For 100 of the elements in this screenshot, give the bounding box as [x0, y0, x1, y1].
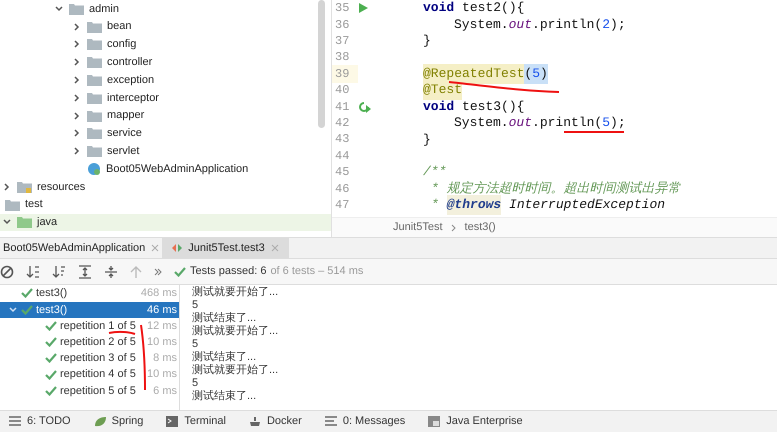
- pen-mark: [140, 324, 146, 390]
- tool-window-button[interactable]: Spring: [92, 413, 144, 430]
- status-detail: of 6 tests – 514 ms: [270, 264, 364, 280]
- line-number: 35: [334, 0, 350, 18]
- line-number: 39: [332, 64, 358, 83]
- test-diamond-icon: [172, 243, 182, 253]
- line-number: 36: [334, 16, 350, 34]
- console-line: 测试就要开始了...: [192, 325, 278, 338]
- console-line: 测试就要开始了...: [192, 286, 278, 299]
- test-row[interactable]: repetition 4 of 5 10 ms: [0, 366, 179, 383]
- tree-item-label[interactable]: bean: [107, 18, 132, 35]
- sort-alpha-icon[interactable]: [26, 264, 40, 278]
- more-icon[interactable]: [154, 268, 162, 276]
- pen-mark: [108, 330, 136, 335]
- chevron-down-icon[interactable]: [8, 304, 18, 315]
- rerun-icon[interactable]: [358, 100, 371, 113]
- tree-item-label[interactable]: test: [25, 196, 43, 213]
- chevron-right-icon[interactable]: [72, 57, 82, 68]
- tree-item-label[interactable]: config: [107, 36, 136, 53]
- chevron-right-icon[interactable]: [72, 146, 82, 156]
- status-text: Tests passed: 6: [190, 264, 266, 280]
- test-duration: 10 ms: [147, 367, 177, 382]
- line-number: 37: [334, 32, 350, 50]
- code-text: /**: [423, 164, 446, 180]
- test-duration: 10 ms: [147, 335, 177, 350]
- test-row[interactable]: repetition 1 of 5 12 ms: [0, 318, 179, 334]
- expand-all-icon[interactable]: [78, 264, 92, 278]
- console-line: 测试结束了...: [192, 390, 256, 403]
- test-duration: 12 ms: [147, 318, 177, 334]
- test-row[interactable]: test3() 468 ms: [0, 285, 179, 302]
- class-icon: [87, 162, 101, 176]
- code-text: System.out.println(5);: [454, 114, 626, 132]
- check-icon: [45, 337, 57, 348]
- chevron-right-icon: [450, 224, 457, 232]
- tree-item-label[interactable]: mapper: [107, 107, 144, 124]
- collapse-all-icon[interactable]: [104, 264, 118, 278]
- line-number: 42: [334, 114, 350, 132]
- line-number: 40: [334, 82, 350, 100]
- test-row[interactable]: repetition 2 of 5 10 ms: [0, 334, 179, 350]
- run-icon[interactable]: [358, 3, 368, 14]
- tool-window-button[interactable]: Docker: [248, 413, 302, 430]
- folder-icon: [87, 38, 102, 50]
- tool-window-button[interactable]: 6: TODO: [8, 413, 71, 430]
- stop-icon[interactable]: [0, 264, 14, 278]
- console-line: 5: [192, 338, 198, 351]
- tool-window-button[interactable]: Java Enterprise: [427, 413, 523, 430]
- scrollbar[interactable]: [318, 0, 325, 128]
- chevron-right-icon[interactable]: [72, 75, 82, 86]
- code-text: }: [423, 32, 431, 50]
- chevron-right-icon[interactable]: [72, 39, 82, 50]
- tree-item-label[interactable]: servlet: [107, 143, 140, 160]
- test-row[interactable]: repetition 3 of 5 8 ms: [0, 350, 179, 367]
- tree-item-label[interactable]: Boot05WebAdminApplication: [106, 160, 248, 178]
- chevron-down-icon[interactable]: [54, 4, 64, 14]
- code-text: * 规定方法超时时间。超出时间测试出异常: [431, 180, 681, 197]
- test-duration: 46 ms: [147, 302, 177, 318]
- test-row[interactable]: test3() 46 ms: [0, 302, 179, 318]
- tree-item-label[interactable]: interceptor: [107, 90, 159, 106]
- folder-icon: [69, 2, 84, 15]
- line-number: 46: [334, 180, 350, 198]
- console-line: 5: [192, 377, 198, 390]
- chevron-right-icon[interactable]: [72, 128, 82, 138]
- code-text: @RepeatedTest(5): [423, 66, 548, 82]
- breadcrumb-item[interactable]: Junit5Test: [393, 219, 443, 236]
- folder-icon: [87, 92, 102, 104]
- check-icon: [45, 321, 57, 332]
- test-row[interactable]: repetition 5 of 5 6 ms: [0, 382, 179, 399]
- test-duration: 468 ms: [140, 286, 177, 301]
- folder-icon: [17, 216, 32, 228]
- tree-item-label[interactable]: service: [107, 125, 142, 142]
- chevron-right-icon[interactable]: [72, 92, 82, 103]
- tree-item-label[interactable]: resources: [37, 178, 86, 196]
- tree-item-label[interactable]: exception: [107, 72, 154, 88]
- test-duration: 6 ms: [153, 384, 177, 399]
- line-number: 44: [334, 148, 350, 165]
- tool-window-button[interactable]: 0: Messages: [324, 413, 406, 430]
- tree-item-label[interactable]: controller: [107, 54, 152, 71]
- breadcrumb-item[interactable]: test3(): [464, 219, 496, 236]
- console-line: 测试结束了...: [192, 351, 256, 364]
- code-text: void test3(){: [423, 98, 524, 115]
- chevron-right-icon[interactable]: [72, 110, 82, 121]
- tree-row[interactable]: java: [0, 214, 331, 232]
- list-icon: [8, 415, 22, 428]
- folder-icon: [87, 110, 102, 122]
- check-icon: [21, 288, 33, 298]
- check-icon: [45, 386, 57, 396]
- chevron-right-icon[interactable]: [2, 182, 12, 192]
- terminal-icon: [165, 415, 180, 428]
- tool-window-button[interactable]: Terminal: [165, 413, 226, 430]
- check-icon: [21, 304, 33, 315]
- line-number: 41: [334, 98, 350, 116]
- console-line: 测试结束了...: [192, 312, 256, 325]
- check-icon: [174, 266, 186, 276]
- code-text: void test2(){: [423, 0, 524, 16]
- run-tab[interactable]: Junit5Test.test3: [162, 238, 289, 258]
- chevron-right-icon[interactable]: [72, 22, 82, 32]
- tree-item-label[interactable]: admin: [89, 0, 119, 18]
- tree-item-label[interactable]: java: [37, 214, 58, 231]
- folder-icon: [87, 74, 102, 86]
- sort-duration-icon[interactable]: [52, 264, 66, 278]
